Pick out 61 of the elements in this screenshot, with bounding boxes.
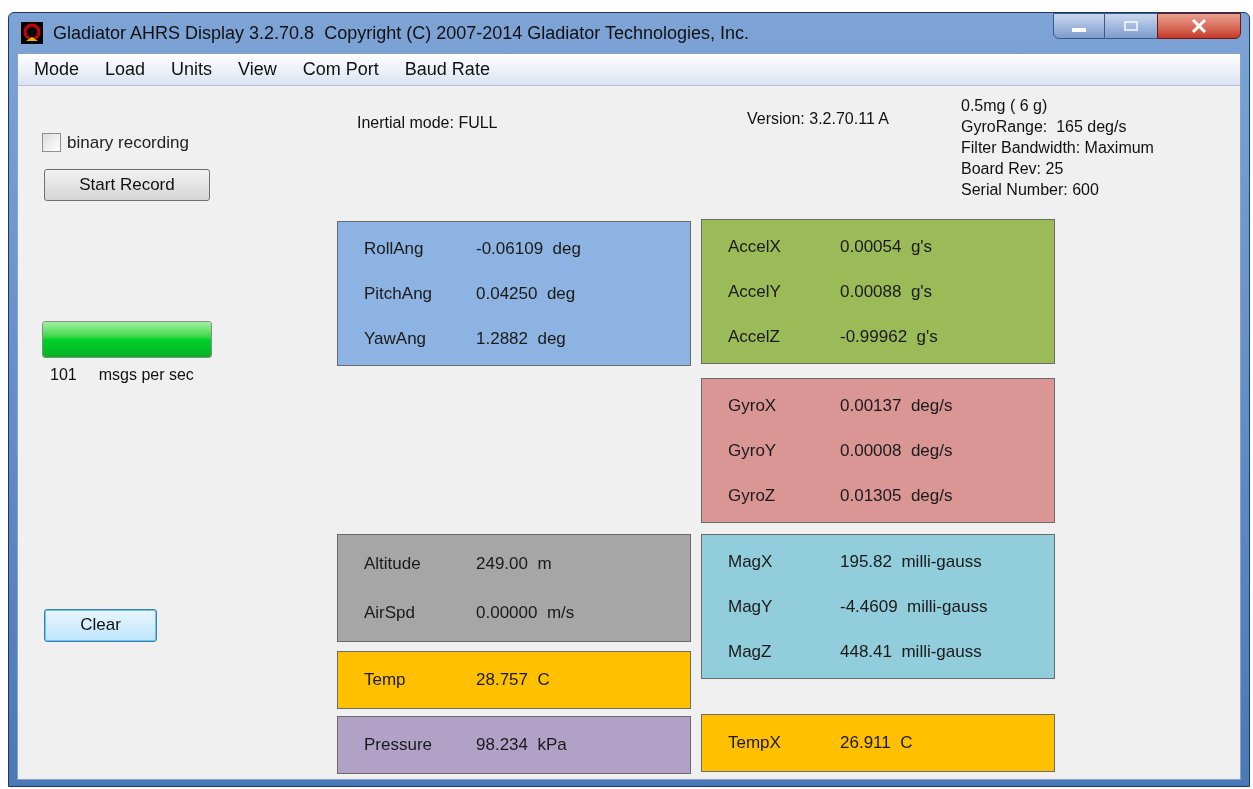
sensor-label: YawAng [363,327,428,350]
clear-button[interactable]: Clear [44,608,157,642]
sensor-label: TempX [727,732,782,755]
sensor-label: MagZ [727,640,773,663]
sensor-label: MagY [727,595,774,618]
sensor-label: AccelY [727,280,782,303]
close-button[interactable] [1157,13,1241,39]
device-info-line: Filter Bandwidth: Maximum [961,138,1154,158]
sensor-value: -0.99962 g's [840,325,938,348]
sensor-value: 1.2882 deg [476,327,566,350]
maximize-button[interactable] [1105,13,1157,39]
sensor-value: 249.00 m [476,552,552,575]
menu-item[interactable]: Units [171,56,213,83]
sensor-value: 195.82 milli-gauss [840,550,982,573]
device-info-line: Board Rev: 25 [961,159,1065,179]
menu-item[interactable]: Load [105,56,146,83]
sensor-label: AccelZ [727,325,781,348]
helmet-logo-icon [21,22,43,44]
menu-item[interactable]: Baud Rate [404,56,490,83]
sensor-label: MagX [727,550,774,573]
sensor-label: AirSpd [363,601,417,624]
minimize-button[interactable] [1053,13,1105,39]
close-icon [1191,19,1207,33]
sensor-label: RollAng [363,237,425,260]
window-title: Gladiator AHRS Display 3.2.70.8 Copyright (C) 2007-2014 Gladiator Technologies, Inc. [53,21,750,45]
sensor-label: GyroX [727,394,778,417]
minimize-icon [1072,28,1086,32]
sensor-label: GyroZ [727,484,777,507]
sensor-value: -4.4609 milli-gauss [840,595,988,618]
sensor-value: 26.911 C [840,732,913,755]
sensor-label: Pressure [363,734,434,757]
sensor-value: 28.757 C [476,669,550,692]
checkbox-label: binary recording [67,132,189,154]
sensor-value: -0.06109 deg [476,237,581,260]
maximize-icon [1124,21,1138,31]
sensor-value: 0.00088 g's [840,280,933,303]
menu-item[interactable]: Com Port [302,56,379,83]
menu-item[interactable]: Mode [34,56,80,83]
sensor-value: 98.234 kPa [476,734,567,757]
sensor-value: 0.04250 deg [476,282,576,305]
checkbox[interactable] [42,133,61,153]
inertial-mode-text: Inertial mode: FULL [356,113,499,133]
sensor-label: Altitude [363,552,422,575]
sensor-label: Temp [363,669,407,692]
sensor-value: 0.01305 deg/s [840,484,953,507]
rate-count: 101 [50,364,77,385]
device-info-line: Serial Number: 600 [961,180,1100,200]
sensor-label: AccelX [727,235,782,258]
sensor-value: 0.00008 deg/s [840,439,953,462]
start-record-button[interactable]: Start Record [44,168,210,201]
sensor-label: GyroY [727,439,778,462]
sensor-value: 448.41 milli-gauss [840,640,982,663]
sensor-label: PitchAng [363,282,434,305]
menu-item[interactable]: View [238,56,277,83]
sensor-value: 0.00000 m/s [476,601,575,624]
device-info-line: GyroRange: 165 deg/s [961,117,1128,137]
sensor-value: 0.00137 deg/s [840,394,953,417]
rate-unit: msgs per sec [98,364,194,385]
device-info-line: 0.5mg ( 6 g) [961,96,1049,116]
version-text: Version: 3.2.70.11 A [747,109,891,129]
sensor-value: 0.00054 g's [840,235,933,258]
